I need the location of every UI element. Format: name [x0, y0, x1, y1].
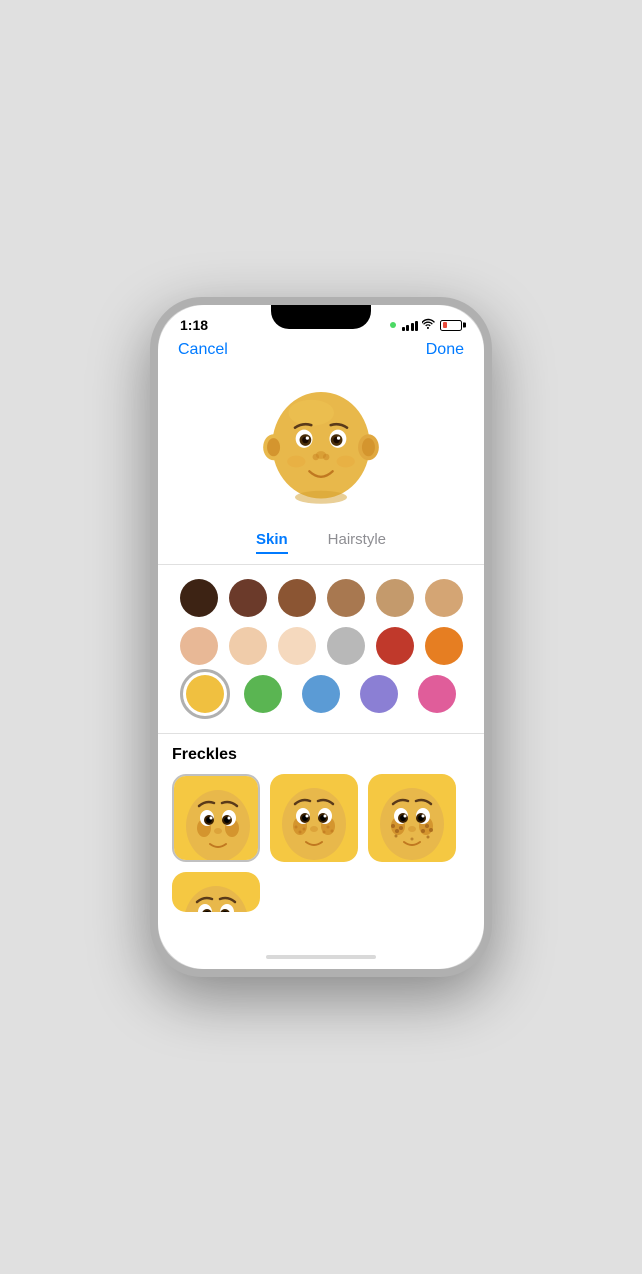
swatch-row-3 — [174, 675, 468, 713]
swatch-brown-3[interactable] — [278, 579, 316, 617]
swatch-purple[interactable] — [360, 675, 398, 713]
tab-hairstyle[interactable]: Hairstyle — [328, 531, 386, 554]
swatch-tan-6[interactable] — [425, 579, 463, 617]
screen: 1:18 — [158, 305, 484, 969]
swatch-dark-brown-2[interactable] — [229, 579, 267, 617]
cancel-button[interactable]: Cancel — [178, 341, 228, 359]
freckle-grid — [172, 774, 470, 862]
signal-bar-2 — [406, 325, 409, 331]
signal-bars-icon — [402, 319, 419, 331]
swatch-blue[interactable] — [302, 675, 340, 713]
swatch-yellow-selected[interactable] — [186, 675, 224, 713]
done-button[interactable]: Done — [426, 341, 464, 359]
signal-bar-3 — [411, 323, 414, 331]
swatch-brown-4[interactable] — [327, 579, 365, 617]
freckle-item-none[interactable] — [172, 774, 260, 862]
home-indicator — [158, 949, 484, 969]
phone-frame: 1:18 — [150, 297, 492, 977]
tab-skin[interactable]: Skin — [256, 531, 288, 554]
battery-body — [440, 320, 462, 331]
swatch-light-3[interactable] — [278, 627, 316, 665]
signal-bar-4 — [415, 321, 418, 331]
tabs-container: Skin Hairstyle — [158, 523, 484, 565]
status-bar: 1:18 — [158, 305, 484, 337]
swatch-row-1 — [174, 579, 468, 617]
memoji-face — [256, 377, 386, 507]
battery-fill — [443, 322, 447, 328]
swatch-light-2[interactable] — [229, 627, 267, 665]
battery-icon — [440, 320, 462, 331]
wifi-icon — [422, 318, 436, 333]
freckle-item-heavy-partial[interactable] — [172, 872, 260, 912]
freckle-item-medium[interactable] — [368, 774, 456, 862]
swatches-section — [158, 565, 484, 734]
status-icons — [390, 318, 463, 333]
freckles-section: Freckles — [158, 734, 484, 949]
swatch-light-1[interactable] — [180, 627, 218, 665]
nav-bar: Cancel Done — [158, 337, 484, 367]
notch — [271, 305, 371, 329]
avatar-area — [158, 367, 484, 523]
home-bar — [266, 955, 376, 959]
swatch-gray[interactable] — [327, 627, 365, 665]
swatch-green[interactable] — [244, 675, 282, 713]
signal-bar-1 — [402, 327, 405, 331]
freckle-row-2 — [172, 872, 470, 912]
status-time: 1:18 — [180, 317, 208, 333]
swatch-row-2 — [174, 627, 468, 665]
swatch-pink[interactable] — [418, 675, 456, 713]
freckle-item-light[interactable] — [270, 774, 358, 862]
freckles-title: Freckles — [172, 746, 470, 764]
swatch-orange[interactable] — [425, 627, 463, 665]
swatch-dark-brown-1[interactable] — [180, 579, 218, 617]
signal-dot-icon — [390, 322, 396, 328]
swatch-red[interactable] — [376, 627, 414, 665]
swatch-tan-5[interactable] — [376, 579, 414, 617]
